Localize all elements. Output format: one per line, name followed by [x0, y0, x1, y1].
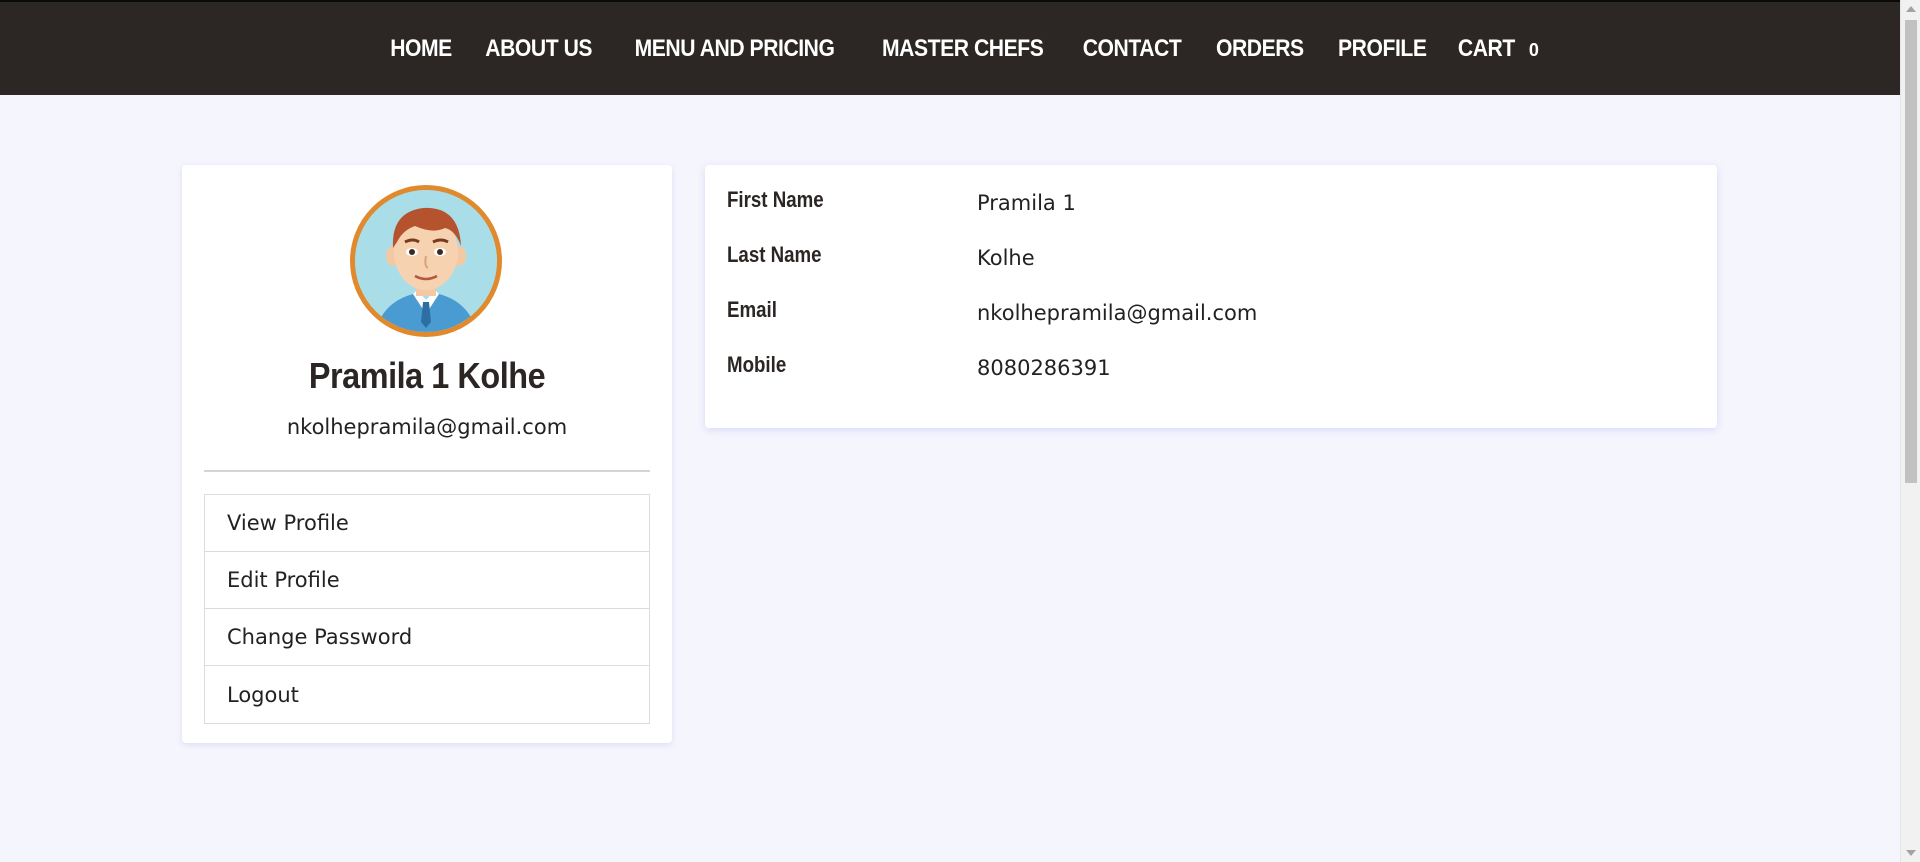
nav-menu-and-pricing-link[interactable]: MENU AND PRICING: [635, 35, 835, 63]
vertical-scrollbar[interactable]: [1900, 0, 1920, 862]
nav-orders-link[interactable]: ORDERS: [1216, 35, 1304, 63]
detail-label: Last Name: [727, 242, 822, 267]
nav-profile-link[interactable]: PROFILE: [1338, 35, 1427, 63]
view-profile-link[interactable]: View Profile: [205, 495, 649, 552]
change-password-link[interactable]: Change Password: [205, 609, 649, 666]
edit-profile-link[interactable]: Edit Profile: [205, 552, 649, 609]
detail-row-email: Email nkolhepramila@gmail.com: [727, 297, 1687, 337]
scroll-down-arrow-icon[interactable]: [1906, 850, 1916, 856]
detail-value: Kolhe: [977, 246, 1035, 270]
divider: [204, 470, 650, 472]
detail-value: Pramila 1: [977, 191, 1076, 215]
nav-list: HOME ABOUT US MENU AND PRICING MASTER CH…: [375, 35, 1539, 63]
detail-row-last-name: Last Name Kolhe: [727, 242, 1687, 282]
nav-cart-link[interactable]: CART 0: [1443, 35, 1539, 63]
profile-email: nkolhepramila@gmail.com: [286, 415, 568, 439]
nav-master-chefs-link[interactable]: MASTER CHEFS: [882, 35, 1044, 63]
profile-summary-card: Pramila 1 Kolhe nkolhepramila@gmail.com …: [182, 165, 672, 743]
detail-row-first-name: First Name Pramila 1: [727, 187, 1687, 227]
user-avatar-icon: [350, 185, 502, 337]
top-navbar: HOME ABOUT US MENU AND PRICING MASTER CH…: [0, 0, 1900, 95]
detail-label: First Name: [727, 187, 824, 212]
profile-menu: View Profile Edit Profile Change Passwor…: [204, 494, 650, 724]
profile-details-card: First Name Pramila 1 Last Name Kolhe Ema…: [705, 165, 1717, 428]
profile-name: Pramila 1 Kolhe: [308, 355, 546, 396]
nav-contact-link[interactable]: CONTACT: [1083, 35, 1182, 63]
nav-about-us-link[interactable]: ABOUT US: [485, 35, 592, 63]
detail-value: nkolhepramila@gmail.com: [977, 301, 1258, 325]
page: HOME ABOUT US MENU AND PRICING MASTER CH…: [0, 0, 1920, 862]
nav-cart-label: CART: [1458, 34, 1515, 62]
avatar-illustration: [355, 190, 497, 332]
scroll-up-arrow-icon[interactable]: [1906, 6, 1916, 12]
logout-link[interactable]: Logout: [205, 666, 649, 723]
detail-row-mobile: Mobile 8080286391: [727, 352, 1687, 392]
cart-count-badge: 0: [1528, 40, 1539, 60]
detail-label: Mobile: [727, 352, 787, 377]
scrollbar-thumb[interactable]: [1905, 20, 1917, 483]
detail-value: 8080286391: [977, 356, 1111, 380]
nav-home-link[interactable]: HOME: [390, 35, 452, 63]
detail-label: Email: [727, 297, 777, 322]
